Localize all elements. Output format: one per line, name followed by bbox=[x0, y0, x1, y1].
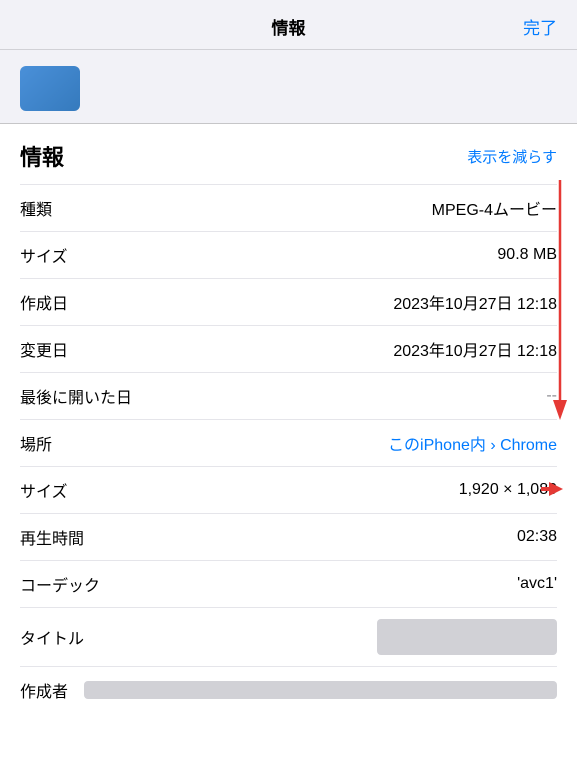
value-duration: 02:38 bbox=[100, 528, 557, 546]
label-author: 作成者 bbox=[20, 678, 68, 702]
done-button[interactable]: 完了 bbox=[523, 14, 557, 39]
scroll-arrow-indicator bbox=[551, 180, 569, 420]
value-last-opened: -- bbox=[148, 387, 557, 405]
value-type: MPEG-4ムービー bbox=[68, 196, 557, 220]
nav-title: 情報 bbox=[272, 14, 306, 39]
value-codec: 'avc1' bbox=[116, 575, 557, 593]
label-duration: 再生時間 bbox=[20, 525, 84, 549]
label-type: 種類 bbox=[20, 196, 52, 220]
nav-bar: 情報 完了 bbox=[0, 0, 577, 50]
row-modified: 変更日 2023年10月27日 12:18 bbox=[20, 326, 557, 373]
row-type: 種類 MPEG-4ムービー bbox=[20, 185, 557, 232]
value-title bbox=[377, 619, 557, 655]
thumbnail bbox=[20, 66, 80, 111]
label-title: タイトル bbox=[20, 625, 84, 649]
value-location[interactable]: このiPhone内 › Chrome bbox=[68, 431, 557, 455]
show-less-button[interactable]: 表示を減らす bbox=[467, 146, 557, 167]
row-size: サイズ 90.8 MB bbox=[20, 232, 557, 279]
label-location: 場所 bbox=[20, 431, 52, 455]
top-area bbox=[0, 50, 577, 123]
section-header: 情報 表示を減らす bbox=[20, 124, 557, 185]
row-author: 作成者 bbox=[20, 667, 557, 713]
value-dimensions: 1,920 × 1,080 bbox=[84, 481, 557, 499]
page-wrapper: 情報 完了 情報 表示を減らす 種類 MPEG-4ムービー サイズ 90.8 M… bbox=[0, 0, 577, 713]
value-created: 2023年10月27日 12:18 bbox=[84, 290, 557, 314]
row-title: タイトル bbox=[20, 608, 557, 667]
value-size: 90.8 MB bbox=[84, 246, 557, 264]
row-location: 場所 このiPhone内 › Chrome bbox=[20, 420, 557, 467]
label-modified: 変更日 bbox=[20, 337, 68, 361]
label-codec: コーデック bbox=[20, 572, 100, 596]
row-created: 作成日 2023年10月27日 12:18 bbox=[20, 279, 557, 326]
row-codec: コーデック 'avc1' bbox=[20, 561, 557, 608]
value-modified: 2023年10月27日 12:18 bbox=[84, 337, 557, 361]
info-section: 情報 表示を減らす 種類 MPEG-4ムービー サイズ 90.8 MB 作成日 … bbox=[0, 124, 577, 713]
label-dimensions: サイズ bbox=[20, 478, 68, 502]
section-title: 情報 bbox=[20, 140, 64, 172]
value-author bbox=[84, 681, 557, 699]
label-size: サイズ bbox=[20, 243, 68, 267]
row-duration: 再生時間 02:38 bbox=[20, 514, 557, 561]
label-created: 作成日 bbox=[20, 290, 68, 314]
row-dimensions: サイズ 1,920 × 1,080 bbox=[20, 467, 557, 514]
row-last-opened: 最後に開いた日 -- bbox=[20, 373, 557, 420]
label-last-opened: 最後に開いた日 bbox=[20, 384, 132, 408]
arrow-size-annotation bbox=[541, 478, 563, 500]
